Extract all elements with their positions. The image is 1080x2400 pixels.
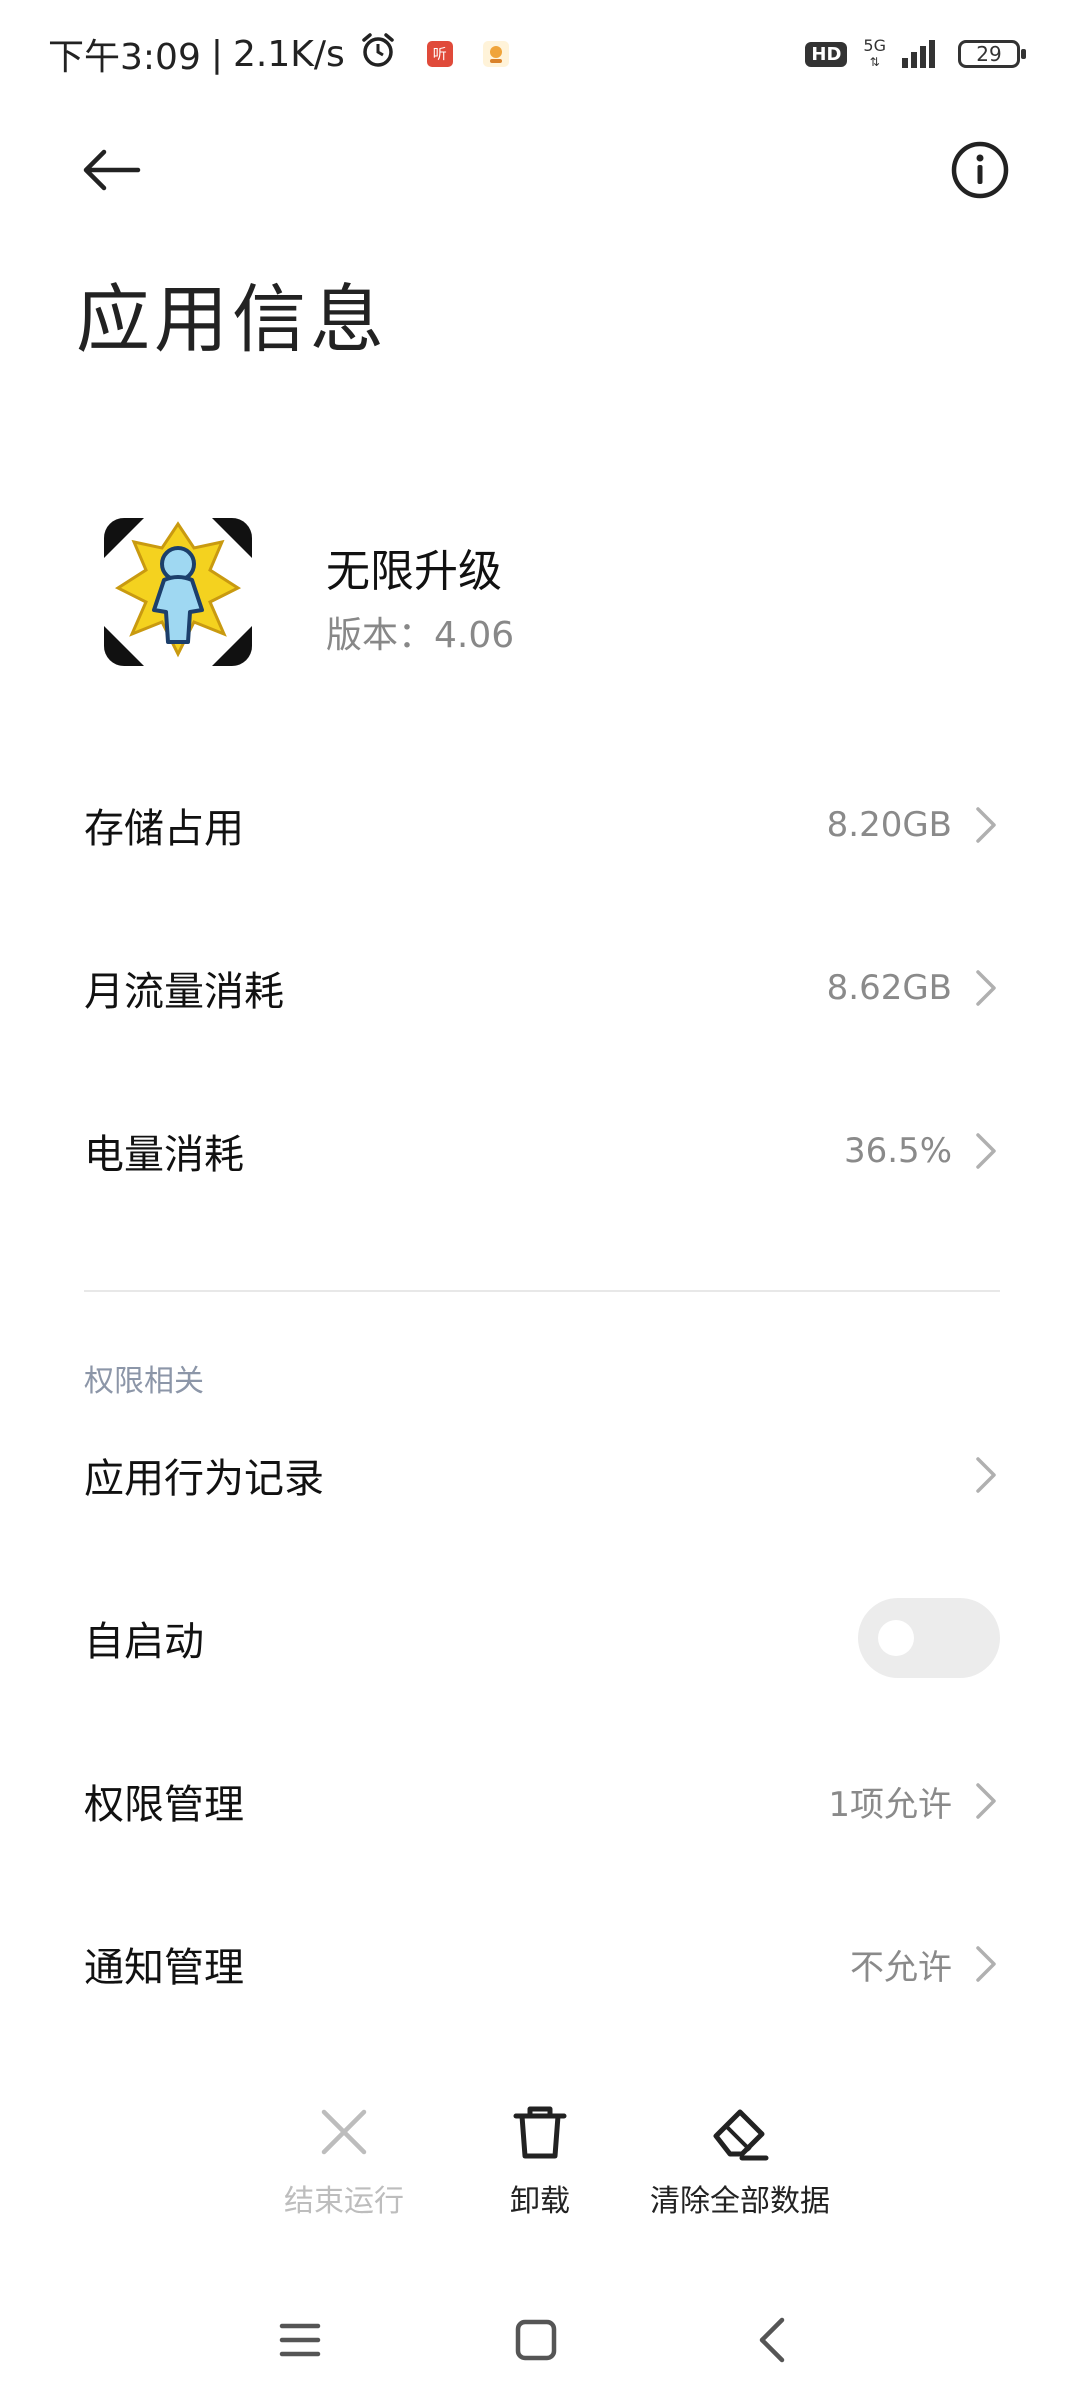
chevron-right-icon bbox=[976, 970, 996, 1006]
trash-icon bbox=[513, 2106, 567, 2159]
signal-icon bbox=[902, 36, 942, 72]
network-type: 5G bbox=[863, 36, 886, 55]
notification-app-icon-2 bbox=[482, 41, 509, 67]
notification-management-row[interactable]: 通知管理 不允许 bbox=[84, 1909, 1000, 2019]
back-button[interactable] bbox=[70, 130, 150, 210]
menu-icon bbox=[279, 2323, 321, 2357]
app-name: 无限升级 bbox=[326, 546, 502, 597]
close-icon bbox=[321, 2109, 367, 2155]
chevron-right-icon bbox=[976, 1457, 996, 1493]
uninstall-button[interactable]: 卸载 bbox=[440, 2100, 640, 2220]
storage-label: 存储占用 bbox=[84, 806, 244, 852]
battery-usage-row[interactable]: 电量消耗 36.5% bbox=[84, 1096, 1000, 1206]
status-separator: | bbox=[210, 33, 223, 75]
page-title: 应用信息 bbox=[76, 277, 388, 363]
permission-management-label: 权限管理 bbox=[84, 1782, 244, 1828]
storage-value: 8.20GB bbox=[826, 805, 952, 845]
nav-back-button[interactable] bbox=[732, 2300, 812, 2380]
section-label-permissions: 权限相关 bbox=[84, 1364, 204, 1399]
autostart-toggle[interactable] bbox=[858, 1598, 1000, 1678]
eraser-icon bbox=[713, 2109, 769, 2161]
force-stop-label: 结束运行 bbox=[284, 2184, 404, 2219]
chevron-right-icon bbox=[976, 1946, 996, 1982]
status-time: 下午3:09 bbox=[48, 37, 201, 78]
info-icon bbox=[951, 141, 1009, 199]
clear-data-button[interactable]: 清除全部数据 bbox=[620, 2100, 860, 2220]
network-indicator: 5G ⇅ bbox=[863, 36, 886, 70]
chevron-right-icon bbox=[976, 807, 996, 843]
hd-badge: HD bbox=[805, 41, 848, 67]
app-version: 版本：4.06 bbox=[326, 615, 515, 656]
toggle-knob bbox=[878, 1620, 914, 1656]
notification-management-label: 通知管理 bbox=[84, 1945, 244, 1991]
storage-row[interactable]: 存储占用 8.20GB bbox=[84, 770, 1000, 880]
permission-management-row[interactable]: 权限管理 1项允许 bbox=[84, 1746, 1000, 1856]
chevron-right-icon bbox=[976, 1133, 996, 1169]
permission-management-value: 1项允许 bbox=[828, 1784, 952, 1825]
home-square-icon bbox=[515, 2319, 557, 2361]
notification-app-icon-1: 听 bbox=[426, 41, 453, 67]
notification-management-value: 不允许 bbox=[850, 1947, 952, 1988]
section-divider bbox=[84, 1290, 1000, 1292]
info-button[interactable] bbox=[940, 130, 1020, 210]
data-usage-row[interactable]: 月流量消耗 8.62GB bbox=[84, 933, 1000, 1043]
data-usage-value: 8.62GB bbox=[826, 968, 952, 1008]
app-icon bbox=[104, 518, 252, 666]
nav-home-button[interactable] bbox=[496, 2300, 576, 2380]
battery-level: 29 bbox=[976, 42, 1002, 66]
status-bar-left: 下午3:09 | 2.1K/s 听 bbox=[48, 24, 509, 84]
autostart-row: 自启动 bbox=[84, 1583, 1000, 1693]
behavior-log-row[interactable]: 应用行为记录 bbox=[84, 1420, 1000, 1530]
back-nav-icon bbox=[759, 2317, 785, 2363]
uninstall-label: 卸载 bbox=[510, 2184, 570, 2219]
force-stop-button[interactable]: 结束运行 bbox=[244, 2100, 444, 2220]
alarm-icon bbox=[359, 31, 397, 78]
status-bar-right: HD 5G ⇅ 29 bbox=[805, 24, 1026, 84]
behavior-log-label: 应用行为记录 bbox=[84, 1456, 324, 1502]
notification-app-icon-1-text: 听 bbox=[432, 47, 447, 63]
data-usage-label: 月流量消耗 bbox=[84, 969, 284, 1015]
back-arrow-icon bbox=[83, 149, 141, 191]
clear-data-label: 清除全部数据 bbox=[650, 2184, 830, 2219]
chevron-right-icon bbox=[976, 1783, 996, 1819]
network-speed: 2.1K/s bbox=[232, 33, 345, 75]
battery-usage-label: 电量消耗 bbox=[84, 1132, 244, 1178]
nav-menu-button[interactable] bbox=[260, 2300, 340, 2380]
battery-indicator: 29 bbox=[958, 40, 1026, 68]
autostart-label: 自启动 bbox=[84, 1619, 204, 1665]
battery-usage-value: 36.5% bbox=[843, 1131, 952, 1171]
